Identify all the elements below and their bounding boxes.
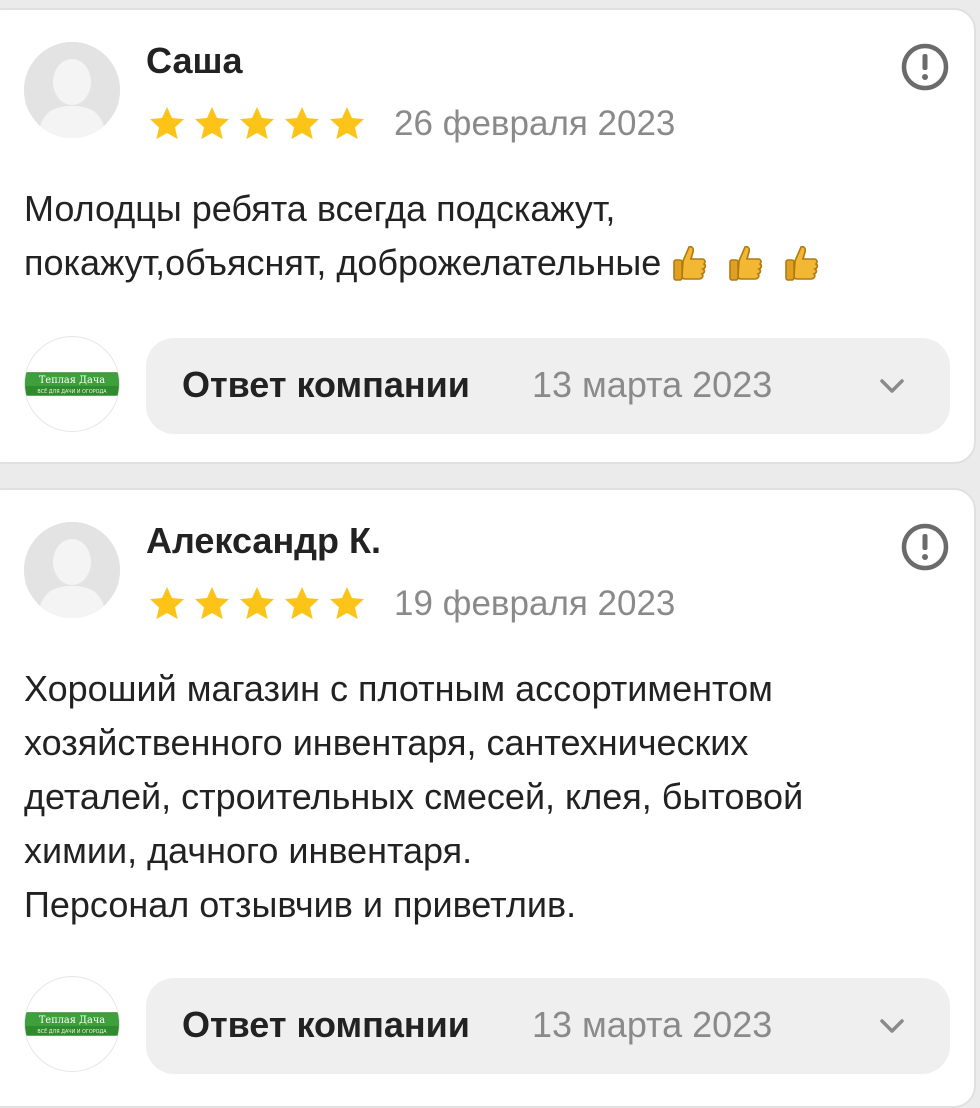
- review-text-line: хозяйственного инвентаря, сантехнических: [24, 722, 749, 763]
- review-date: 19 февраля 2023: [394, 584, 676, 623]
- review-text-line: покажут,объяснят, доброжелательные: [24, 236, 944, 298]
- review-author[interactable]: Саша: [146, 40, 243, 82]
- review-card: Александр К. 19 февраля 2023 Хороший маг…: [0, 488, 976, 1108]
- company-logo[interactable]: Теплая Дача ВСЁ ДЛЯ ДАЧИ И ОГОРОДА: [24, 976, 120, 1072]
- star-icon: [150, 107, 184, 140]
- exclamation-circle-icon: [901, 43, 949, 91]
- review-card: Саша 26 февраля 2023 Молодцы ребята всег…: [0, 8, 976, 464]
- thumbs-up-icon: [785, 245, 819, 281]
- reply-label: Ответ компании: [182, 364, 470, 405]
- star-icon: [285, 107, 319, 140]
- review-text: Молодцы ребята всегда подскажут, покажут…: [24, 182, 944, 298]
- logo-subtitle: ВСЁ ДЛЯ ДАЧИ И ОГОРОДА: [37, 388, 107, 395]
- review-date: 26 февраля 2023: [394, 104, 676, 143]
- review-text-line: Молодцы ребята всегда подскажут,: [24, 188, 616, 229]
- company-logo-image: Теплая Дача ВСЁ ДЛЯ ДАЧИ И ОГОРОДА: [25, 372, 119, 396]
- logo-title: Теплая Дача: [39, 375, 105, 386]
- logo-subtitle: ВСЁ ДЛЯ ДАЧИ И ОГОРОДА: [37, 1028, 107, 1035]
- company-logo[interactable]: Теплая Дача ВСЁ ДЛЯ ДАЧИ И ОГОРОДА: [24, 336, 120, 432]
- reply-date: 13 марта 2023: [532, 364, 773, 405]
- company-logo-image: Теплая Дача ВСЁ ДЛЯ ДАЧИ И ОГОРОДА: [25, 1012, 119, 1036]
- star-icon: [330, 587, 364, 620]
- review-text-line: Хороший магазин с плотным ассортиментом: [24, 668, 773, 709]
- review-text: Хороший магазин с плотным ассортиментом …: [24, 662, 944, 932]
- reply-date: 13 марта 2023: [532, 1004, 773, 1045]
- company-reply: Теплая Дача ВСЁ ДЛЯ ДАЧИ И ОГОРОДА Ответ…: [24, 334, 950, 434]
- chevron-down-icon: [874, 1008, 910, 1044]
- report-button[interactable]: [900, 42, 950, 92]
- star-icon: [330, 107, 364, 140]
- company-reply-toggle-button[interactable]: Ответ компании 13 марта 2023: [146, 978, 950, 1074]
- star-icon: [240, 107, 274, 140]
- review-text-line: деталей, строительных смесей, клея, быто…: [24, 776, 804, 817]
- logo-title: Теплая Дача: [39, 1015, 105, 1026]
- star-icon: [195, 107, 229, 140]
- report-button[interactable]: [900, 522, 950, 572]
- default-avatar-icon: [24, 522, 120, 618]
- chevron-down-icon: [874, 368, 910, 404]
- thumbs-up-icon: [673, 245, 707, 281]
- review-text-line: химии, дачного инвентаря.: [24, 830, 473, 871]
- review-text-line: Персонал отзывчив и приветлив.: [24, 884, 577, 925]
- company-reply: Теплая Дача ВСЁ ДЛЯ ДАЧИ И ОГОРОДА Ответ…: [24, 974, 950, 1074]
- user-avatar[interactable]: [24, 522, 120, 618]
- thumbs-up-emoji-group: [661, 243, 819, 298]
- reply-label: Ответ компании: [182, 1004, 470, 1045]
- star-icon: [150, 587, 184, 620]
- default-avatar-icon: [24, 42, 120, 138]
- company-reply-toggle-button[interactable]: Ответ компании 13 марта 2023: [146, 338, 950, 434]
- star-icon: [285, 587, 319, 620]
- rating-stars: [146, 584, 368, 624]
- star-icon: [240, 587, 274, 620]
- thumbs-up-icon: [729, 245, 763, 281]
- review-author[interactable]: Александр К.: [146, 520, 381, 562]
- rating-stars: [146, 104, 368, 144]
- exclamation-circle-icon: [901, 523, 949, 571]
- star-icon: [195, 587, 229, 620]
- user-avatar[interactable]: [24, 42, 120, 138]
